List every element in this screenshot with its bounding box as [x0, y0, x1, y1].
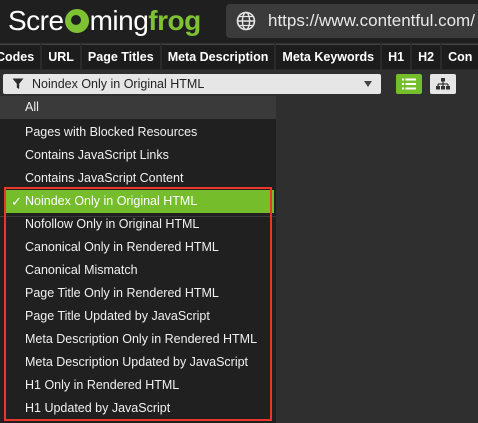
- tab-bar: Codes URL Page Titles Meta Description M…: [0, 44, 478, 70]
- globe-icon: [236, 11, 256, 31]
- filter-option-label: Canonical Only in Rendered HTML: [25, 240, 219, 254]
- tab-url[interactable]: URL: [42, 44, 80, 69]
- tree-view-icon: [436, 78, 450, 90]
- filter-option-blocked-resources[interactable]: Pages with Blocked Resources: [0, 121, 276, 144]
- logo-text-frog: frog: [148, 5, 201, 36]
- tab-meta-description[interactable]: Meta Description: [161, 44, 275, 69]
- filter-option-label: All: [25, 100, 39, 114]
- funnel-icon: [12, 78, 24, 89]
- filter-option-label: Nofollow Only in Original HTML: [25, 217, 200, 231]
- app-header: Scre ming frog https://www.contentful.com/: [0, 0, 478, 43]
- filter-option-all[interactable]: All: [0, 96, 276, 119]
- filter-option-label: H1 Updated by JavaScript: [25, 401, 171, 415]
- tab-content[interactable]: Con: [442, 44, 478, 69]
- logo-mark-icon: [64, 9, 89, 33]
- filter-option-label: Pages with Blocked Resources: [25, 125, 198, 139]
- filter-option-js-links[interactable]: Contains JavaScript Links: [0, 144, 276, 167]
- filter-option-label: Contains JavaScript Content: [25, 171, 184, 185]
- filter-selected-label: Noindex Only in Original HTML: [32, 77, 205, 91]
- list-view-icon: [402, 78, 416, 90]
- filter-option-nofollow-original[interactable]: Nofollow Only in Original HTML: [0, 213, 276, 236]
- filter-option-noindex-original[interactable]: ✓ Noindex Only in Original HTML: [6, 190, 274, 213]
- filter-option-title-rendered[interactable]: Page Title Only in Rendered HTML: [0, 282, 276, 305]
- logo-text-ming: ming: [89, 5, 149, 36]
- filter-option-h1-updated-js[interactable]: H1 Updated by JavaScript: [0, 397, 276, 420]
- filter-option-label: Canonical Mismatch: [25, 263, 138, 277]
- filter-option-label: Meta Description Updated by JavaScript: [25, 355, 249, 369]
- filter-dropdown-list: All Pages with Blocked Resources Contain…: [0, 96, 276, 423]
- filter-option-h1-rendered[interactable]: H1 Only in Rendered HTML: [0, 374, 276, 397]
- filter-option-label: Noindex Only in Original HTML: [25, 194, 198, 208]
- filter-option-label: Meta Description Only in Rendered HTML: [25, 332, 258, 346]
- filter-option-meta-desc-updated-js[interactable]: Meta Description Updated by JavaScript: [0, 351, 276, 374]
- url-bar[interactable]: https://www.contentful.com/: [226, 4, 478, 38]
- filter-option-canonical-rendered[interactable]: Canonical Only in Rendered HTML: [0, 236, 276, 259]
- filter-option-canonical-mismatch[interactable]: Canonical Mismatch: [0, 259, 276, 282]
- list-view-button[interactable]: [396, 74, 422, 94]
- filter-option-meta-desc-rendered[interactable]: Meta Description Only in Rendered HTML: [0, 328, 276, 351]
- tab-meta-keywords[interactable]: Meta Keywords: [276, 44, 381, 69]
- filter-option-title-updated-js[interactable]: Page Title Updated by JavaScript: [0, 305, 276, 328]
- caret-down-icon: [364, 81, 372, 87]
- checkmark-icon: ✓: [11, 194, 22, 209]
- filter-dropdown[interactable]: Noindex Only in Original HTML: [3, 74, 381, 94]
- filter-option-label: H1 Only in Rendered HTML: [25, 378, 180, 392]
- screaming-frog-logo: Scre ming frog: [8, 4, 201, 38]
- tab-h1[interactable]: H1: [382, 44, 411, 69]
- filter-option-label: Contains JavaScript Links: [25, 148, 169, 162]
- tree-view-button[interactable]: [430, 74, 456, 94]
- url-text[interactable]: https://www.contentful.com/: [268, 11, 475, 31]
- filter-option-js-content[interactable]: Contains JavaScript Content: [0, 167, 276, 190]
- filter-toolbar: Noindex Only in Original HTML: [0, 71, 478, 98]
- tab-page-titles[interactable]: Page Titles: [81, 44, 160, 69]
- filter-option-label: Page Title Only in Rendered HTML: [25, 286, 219, 300]
- tab-response-codes[interactable]: Codes: [0, 44, 41, 69]
- logo-text-scre: Scre: [8, 5, 64, 36]
- filter-option-label: Page Title Updated by JavaScript: [25, 309, 210, 323]
- tab-h2[interactable]: H2: [412, 44, 441, 69]
